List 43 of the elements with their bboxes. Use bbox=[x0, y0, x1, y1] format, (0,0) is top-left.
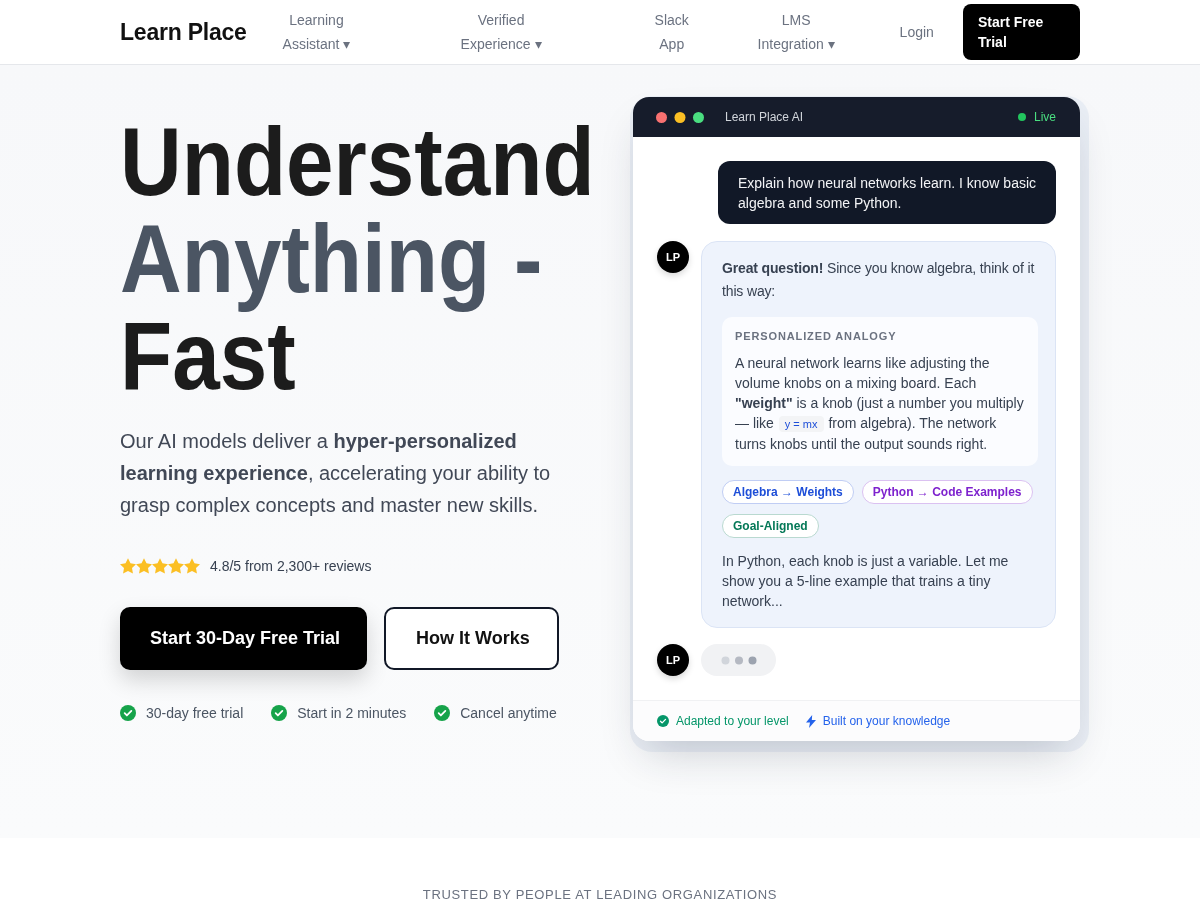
window-dots-icon bbox=[656, 111, 704, 123]
topic-tag: Goal-Aligned bbox=[722, 514, 819, 538]
lightning-bolt-icon bbox=[805, 714, 816, 728]
message-text: In Python, each knob is just a variable. Let me show you a 5-line example that trains a tiny network... bbox=[722, 552, 1010, 611]
star-icon bbox=[152, 558, 168, 574]
perk-text: 30-day free trial bbox=[146, 705, 244, 721]
hero-subtitle: Our AI models deliver a hyper-personalized learning experience, accelerating your ability to grasp complex concepts and master new skills. bbox=[120, 429, 552, 518]
topic-tag: Algebra → Weights bbox=[722, 480, 854, 504]
rating-text: 4.8/5 from 2,300+ reviews bbox=[210, 558, 372, 574]
check-circle-icon bbox=[434, 705, 451, 721]
chat-title: Learn Place AI bbox=[725, 110, 804, 124]
avatar: LP bbox=[657, 644, 689, 676]
analogy-text: A neural network learns like adjusting the volume knobs on a mixing board. Each "weight" is a knob (just a number you multiply — like y = mx from algebra). The network turns knobs until the output sounds right. bbox=[735, 354, 1025, 454]
hero-headline: Understand Anything - Fast bbox=[120, 113, 595, 404]
nav-link[interactable]: LMS Integration ▾ bbox=[757, 8, 835, 56]
section-heading: TRUSTED BY PEOPLE AT LEADING ORGANIZATIONS bbox=[421, 887, 779, 900]
how-it-works-button[interactable]: How It Works bbox=[384, 607, 559, 670]
nav-link[interactable]: Verified Experience ▾ bbox=[460, 8, 542, 56]
nav-link[interactable]: Slack App bbox=[654, 8, 689, 56]
user-message: Explain how neural networks learn. I know basic algebra and some Python. bbox=[718, 161, 1056, 224]
star-icon bbox=[120, 558, 136, 574]
logo[interactable]: Learn Place bbox=[120, 18, 247, 46]
status-dot-icon bbox=[1018, 113, 1026, 121]
star-icon bbox=[168, 558, 184, 574]
topic-tag: Python → Code Examples bbox=[861, 480, 1033, 504]
check-circle-icon bbox=[657, 715, 669, 727]
status-text: Live bbox=[1034, 110, 1056, 124]
footer-note: Built on your knowledge bbox=[822, 714, 951, 728]
check-circle-icon bbox=[120, 705, 136, 721]
typing-dots-icon bbox=[720, 655, 757, 665]
perk-text: Start in 2 minutes bbox=[297, 705, 407, 721]
avatar: LP bbox=[657, 241, 689, 273]
check-circle-icon bbox=[271, 705, 288, 721]
nav-link[interactable]: Learning Assistant ▾ bbox=[282, 8, 351, 56]
star-icon bbox=[184, 558, 200, 574]
footer-note: Adapted to your level bbox=[676, 714, 789, 728]
nav-link[interactable]: Login bbox=[899, 20, 934, 44]
analogy-label: PERSONALIZED ANALOGY bbox=[735, 329, 898, 344]
start-trial-button[interactable]: Start Free Trial bbox=[963, 4, 1080, 60]
star-icon bbox=[136, 558, 152, 574]
message-text: Great question! Since you know algebra, think of it this way: bbox=[722, 259, 1036, 301]
perk-text: Cancel anytime bbox=[460, 705, 557, 721]
start-trial-button[interactable]: Start 30-Day Free Trial bbox=[120, 607, 367, 670]
